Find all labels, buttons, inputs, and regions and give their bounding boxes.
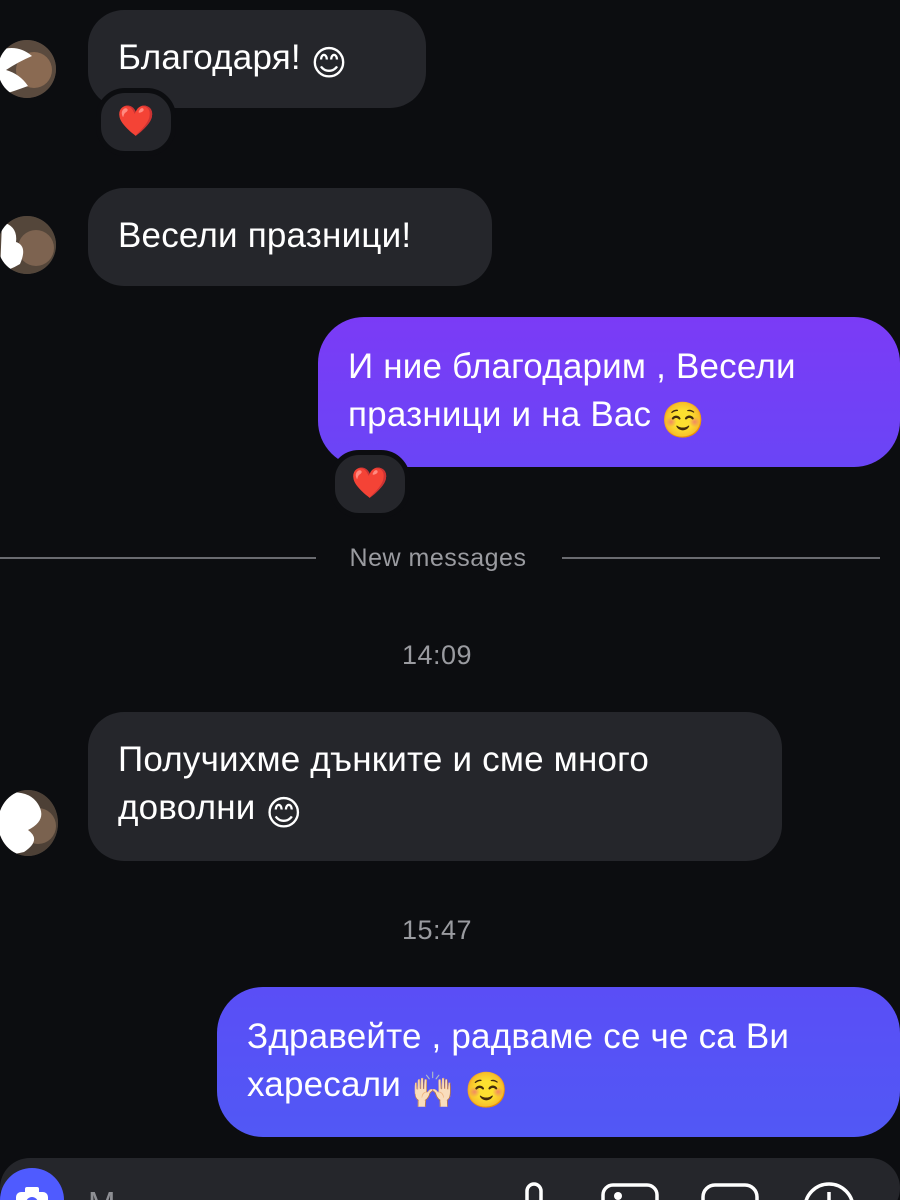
- gallery-icon[interactable]: [600, 1180, 660, 1200]
- sender-avatar[interactable]: [0, 40, 56, 98]
- sender-avatar[interactable]: [0, 790, 58, 856]
- raising-hands-emoji: 🙌🏻: [410, 1071, 455, 1110]
- avatar-photo: [0, 40, 56, 98]
- microphone-icon[interactable]: [514, 1180, 554, 1200]
- avatar-photo: [0, 216, 56, 274]
- divider-line-right: [562, 557, 880, 559]
- camera-button[interactable]: [0, 1168, 64, 1200]
- divider-line-left: [0, 557, 316, 559]
- message-text-line: празници и на Вас: [348, 395, 652, 434]
- sticker-icon[interactable]: [700, 1180, 760, 1200]
- heart-reaction[interactable]: ❤️: [330, 450, 410, 518]
- heart-reaction[interactable]: ❤️: [96, 88, 176, 156]
- message-text-line: И ние благодарим , Весели: [348, 347, 796, 386]
- message-text-line: доволни: [118, 788, 256, 827]
- message-bubble-outgoing[interactable]: И ние благодарим , Весели празници и на …: [318, 317, 900, 467]
- camera-icon: [16, 1187, 48, 1200]
- message-bubble-incoming[interactable]: Получихме дънките и сме много доволни 😊: [88, 712, 782, 861]
- sender-avatar[interactable]: [0, 216, 56, 274]
- smiling-face-emoji: 😊: [265, 794, 303, 833]
- new-messages-divider: New messages: [349, 544, 527, 572]
- chat-screen: Благодаря! 😊 ❤️ Весели празници! И ние б…: [0, 0, 900, 1200]
- message-composer[interactable]: [0, 1158, 900, 1200]
- avatar-photo: [0, 790, 58, 856]
- smiling-face-emoji: 😊: [310, 44, 348, 83]
- heart-reaction-emoji: ❤️: [117, 105, 155, 138]
- message-bubble-incoming[interactable]: Весели празници!: [88, 188, 492, 286]
- timestamp: 14:09: [401, 640, 473, 670]
- message-text-line: Здравейте , радваме се че са Ви: [247, 1017, 790, 1056]
- heart-reaction-emoji: ❤️: [351, 467, 389, 500]
- blushing-face-emoji: ☺️: [661, 401, 705, 440]
- add-icon[interactable]: [800, 1180, 858, 1200]
- timestamp: 15:47: [401, 915, 473, 945]
- message-bubble-outgoing[interactable]: Здравейте , радваме се че са Ви харесали…: [217, 987, 900, 1137]
- blushing-face-emoji: ☺️: [464, 1071, 509, 1110]
- message-text: Весели празници!: [118, 216, 412, 255]
- message-text-line: Получихме дънките и сме много: [118, 740, 650, 779]
- message-text: Благодаря!: [118, 38, 301, 77]
- message-text-line: харесали: [247, 1065, 402, 1104]
- message-input[interactable]: M: [88, 1184, 116, 1200]
